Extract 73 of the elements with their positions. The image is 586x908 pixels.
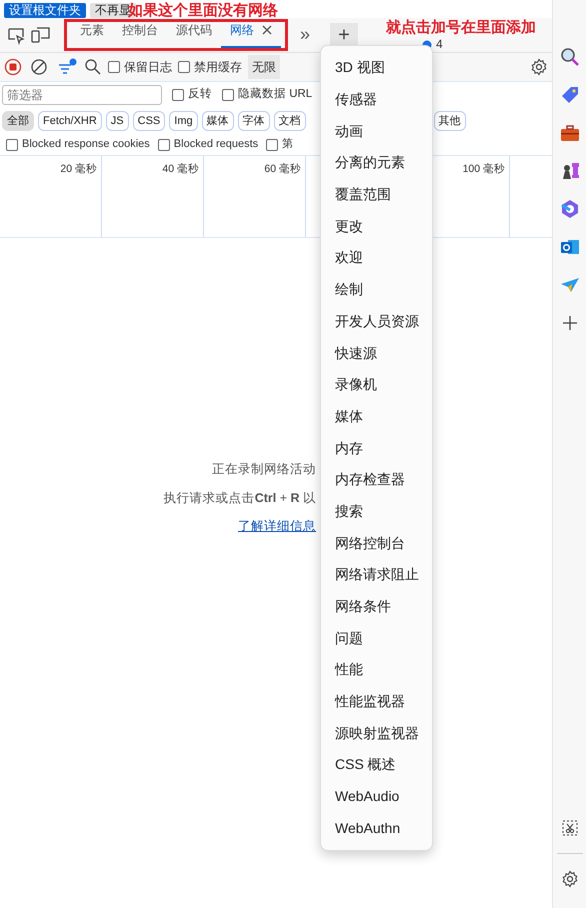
- filter-chip[interactable]: 字体: [238, 110, 270, 132]
- checkbox[interactable]: [266, 138, 278, 150]
- menu-item[interactable]: 开发人员资源: [321, 306, 432, 338]
- time-tick: 100 毫秒: [462, 163, 505, 175]
- status-text: 执行请求或点击Ctrl + R 以: [164, 490, 316, 507]
- menu-item[interactable]: CSS 概述: [321, 749, 432, 781]
- annotation-text: 就点击加号在里面添加: [386, 20, 536, 35]
- filter-chip[interactable]: 全部: [2, 110, 34, 132]
- filter-chip[interactable]: Img: [169, 110, 198, 132]
- status-text: 正在录制网络活动: [212, 460, 316, 478]
- menu-item[interactable]: 更改: [321, 210, 432, 242]
- menu-item[interactable]: 动画: [321, 115, 432, 148]
- menu-item[interactable]: 网络控制台: [321, 527, 432, 559]
- checkbox-label: 禁用缓存: [194, 59, 242, 76]
- more-tabs-button[interactable]: »: [292, 20, 318, 50]
- checkbox[interactable]: [158, 138, 170, 150]
- menu-item[interactable]: 问题: [321, 622, 432, 654]
- screenshot-icon[interactable]: [560, 819, 578, 837]
- menu-item[interactable]: 欢迎: [321, 242, 432, 274]
- menu-item[interactable]: 媒体: [321, 400, 432, 432]
- checkbox[interactable]: [172, 89, 184, 101]
- copilot-icon[interactable]: [558, 198, 580, 220]
- device-icon[interactable]: [30, 25, 52, 45]
- settings-icon[interactable]: [530, 58, 548, 76]
- checkbox-label: 隐藏数据 URL: [238, 86, 312, 102]
- menu-item[interactable]: 搜索: [321, 496, 432, 528]
- menu-item[interactable]: WebAudio: [321, 780, 432, 812]
- menu-item[interactable]: 网络条件: [321, 590, 432, 622]
- menu-item[interactable]: 传感器: [321, 84, 432, 116]
- throttle-dropdown[interactable]: 无限: [248, 55, 280, 79]
- menu-item[interactable]: 录像机: [321, 368, 432, 401]
- checkbox-label: 保留日志: [124, 59, 172, 76]
- search-icon[interactable]: [558, 46, 580, 68]
- checkbox-label: Blocked requests: [174, 137, 258, 152]
- close-icon[interactable]: [262, 25, 272, 35]
- filter-icon[interactable]: [56, 58, 78, 76]
- menu-item[interactable]: WebAuthn: [321, 812, 432, 844]
- menu-item[interactable]: 性能监视器: [321, 686, 432, 718]
- time-tick: 40 毫秒: [162, 163, 199, 175]
- filter-chip[interactable]: JS: [106, 110, 129, 132]
- search-icon[interactable]: [84, 58, 102, 76]
- checkbox[interactable]: [6, 138, 18, 150]
- menu-item[interactable]: 源映射监视器: [321, 717, 432, 750]
- menu-item[interactable]: 覆盖范围: [321, 178, 432, 210]
- filter-field[interactable]: 筛选器: [2, 85, 162, 105]
- filter-chip[interactable]: CSS: [132, 110, 166, 132]
- checkbox[interactable]: [222, 89, 234, 101]
- menu-item[interactable]: 绘制: [321, 274, 432, 306]
- record-icon[interactable]: [4, 58, 22, 76]
- checkbox-label: Blocked response cookies: [22, 137, 150, 152]
- time-tick: 60 毫秒: [264, 163, 301, 175]
- menu-item[interactable]: 分离的元素: [321, 147, 432, 179]
- tab[interactable]: 元素: [71, 15, 113, 48]
- checkbox[interactable]: [178, 61, 190, 73]
- menu-item[interactable]: 快速源: [321, 337, 432, 369]
- toolbar-button[interactable]: 设置根文件夹: [4, 3, 86, 18]
- filter-chip[interactable]: 媒体: [202, 110, 234, 132]
- add-tab-button[interactable]: +: [330, 23, 358, 47]
- checkbox[interactable]: [108, 61, 120, 73]
- menu-item[interactable]: 内存: [321, 432, 432, 464]
- menu-item[interactable]: 3D 视图: [321, 52, 432, 84]
- checkbox-label: 第: [282, 137, 294, 152]
- checkbox-label: 反转: [188, 86, 212, 102]
- menu-item[interactable]: 性能: [321, 654, 432, 686]
- filter-chip[interactable]: 文档: [274, 110, 306, 132]
- filter-chip[interactable]: 其他: [434, 110, 466, 132]
- time-tick: 20 毫秒: [60, 163, 97, 175]
- learn-more-link[interactable]: 了解详细信息: [238, 517, 316, 536]
- menu-item[interactable]: 内存检查器: [321, 464, 432, 496]
- issues-count[interactable]: 4: [436, 38, 443, 51]
- settings-icon[interactable]: [560, 870, 578, 888]
- menu-item[interactable]: 网络请求阻止: [321, 559, 432, 591]
- filter-chip[interactable]: Fetch/XHR: [38, 110, 102, 132]
